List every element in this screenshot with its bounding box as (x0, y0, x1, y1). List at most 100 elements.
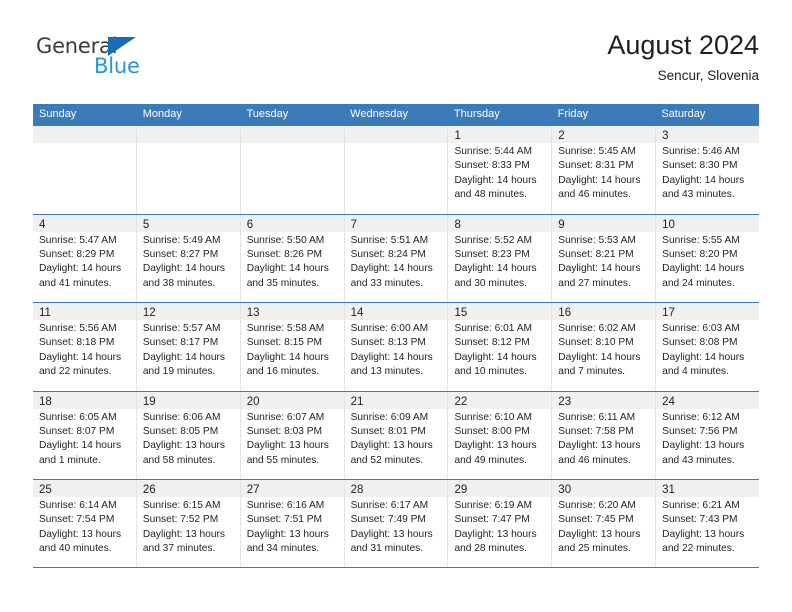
day-details: Sunrise: 6:11 AM Sunset: 7:58 PM Daylight:… (552, 409, 655, 469)
day-cell[interactable]: 18 Sunrise: 6:05 AM Sunset: 8:07 PM Dayligh… (33, 391, 137, 479)
sunset-text: Sunset: 8:27 PM (142, 248, 219, 260)
day-cell[interactable]: 15 Sunrise: 6:01 AM Sunset: 8:12 PM Dayligh… (448, 303, 553, 391)
day-cell[interactable]: 19 Sunrise: 6:06 AM Sunset: 8:05 PM Dayligh… (136, 391, 241, 479)
day-number-band: 23 (552, 391, 656, 409)
sunrise-text: Sunrise: 5:55 AM (662, 234, 740, 246)
day-number: 21 (350, 395, 364, 408)
sunset-text: Sunset: 8:17 PM (142, 337, 219, 349)
day-cell[interactable]: 4 Sunrise: 5:47 AM Sunset: 8:29 PM Daylight… (33, 214, 137, 302)
day-cell[interactable]: 30 Sunrise: 6:20 AM Sunset: 7:45 PM Dayligh… (552, 480, 657, 567)
day-number: 8 (454, 218, 461, 231)
day-cell[interactable]: 24 Sunrise: 6:12 AM Sunset: 7:56 PM Dayligh… (656, 391, 760, 479)
sunset-text: Sunset: 8:29 PM (39, 248, 115, 260)
day-cell[interactable]: 17 Sunrise: 6:03 AM Sunset: 8:08 PM Dayligh… (656, 303, 760, 391)
day-cell-empty (344, 126, 449, 214)
day-number: 3 (662, 130, 669, 142)
day-cell[interactable]: 22 Sunrise: 6:10 AM Sunset: 8:00 PM Dayligh… (448, 391, 553, 479)
logo-text-blue: Blue (94, 54, 140, 78)
day-cell[interactable]: 20 Sunrise: 6:07 AM Sunset: 8:03 PM Dayligh… (240, 391, 345, 479)
sunset-text: Sunset: 8:13 PM (350, 337, 426, 349)
day-cell[interactable]: 16 Sunrise: 6:02 AM Sunset: 8:10 PM Dayligh… (552, 303, 657, 391)
daylight-text-line1: Daylight: 13 hours (558, 440, 641, 452)
day-number-band (136, 126, 240, 143)
daylight-text-line2: and 46 minutes. (558, 189, 631, 201)
day-cell[interactable]: 23 Sunrise: 6:11 AM Sunset: 7:58 PM Dayligh… (552, 391, 657, 479)
week-row: 1 Sunrise: 5:44 AM Sunset: 8:33 PM Daylight… (33, 125, 760, 214)
sunrise-text: Sunrise: 5:46 AM (662, 146, 740, 157)
sunset-text: Sunset: 8:18 PM (39, 337, 115, 349)
day-cell[interactable]: 29 Sunrise: 6:19 AM Sunset: 7:47 PM Dayligh… (448, 480, 553, 567)
daylight-text-line1: Daylight: 13 hours (246, 528, 329, 540)
day-details: Sunrise: 6:16 AM Sunset: 7:51 PM Daylight:… (241, 497, 344, 557)
day-number-band: 1 (448, 126, 552, 143)
daylight-text-line1: Daylight: 13 hours (558, 528, 641, 540)
day-number: 20 (246, 395, 260, 408)
day-cell[interactable]: 5 Sunrise: 5:49 AM Sunset: 8:27 PM Daylight… (136, 214, 241, 302)
day-cell[interactable]: 11 Sunrise: 5:56 AM Sunset: 8:18 PM Dayligh… (33, 303, 137, 391)
day-cell[interactable]: 27 Sunrise: 6:16 AM Sunset: 7:51 PM Dayligh… (240, 480, 345, 567)
weekday-saturday: Saturday (661, 108, 706, 120)
day-cell-empty (33, 126, 137, 214)
day-details: Sunrise: 5:50 AM Sunset: 8:26 PM Daylight:… (241, 232, 344, 292)
day-number-band: 25 (33, 480, 136, 497)
day-number-band: 13 (240, 303, 344, 320)
general-blue-logo[interactable]: General Blue (36, 34, 196, 86)
page-header: General Blue August 2024 Sencur, Sloveni… (33, 28, 759, 98)
day-number-band: 8 (448, 214, 552, 232)
day-cell[interactable]: 1 Sunrise: 5:44 AM Sunset: 8:33 PM Daylight… (448, 126, 553, 214)
daylight-text-line1: Daylight: 14 hours (350, 351, 433, 363)
day-number-band (344, 126, 448, 143)
day-details: Sunrise: 6:21 AM Sunset: 7:43 PM Daylight:… (656, 497, 759, 557)
sunset-text: Sunset: 8:23 PM (454, 248, 530, 260)
day-cell[interactable]: 8 Sunrise: 5:52 AM Sunset: 8:23 PM Daylight… (448, 214, 553, 302)
day-cell[interactable]: 2 Sunrise: 5:45 AM Sunset: 8:31 PM Daylight… (552, 126, 657, 214)
day-cell[interactable]: 25 Sunrise: 6:14 AM Sunset: 7:54 PM Dayligh… (33, 480, 137, 567)
page-subtitle: Sencur, Slovenia (657, 68, 759, 83)
daylight-text-line1: Daylight: 13 hours (142, 528, 225, 540)
day-number-band: 27 (240, 480, 344, 497)
daylight-text-line1: Daylight: 13 hours (350, 440, 433, 452)
day-number: 22 (454, 395, 468, 408)
day-cell[interactable]: 3 Sunrise: 5:46 AM Sunset: 8:30 PM Daylight… (656, 126, 760, 214)
day-details: Sunrise: 6:20 AM Sunset: 7:45 PM Daylight:… (552, 497, 655, 557)
sunset-text: Sunset: 8:33 PM (454, 160, 530, 172)
day-cell[interactable]: 9 Sunrise: 5:53 AM Sunset: 8:21 PM Daylight… (552, 214, 657, 302)
sunset-text: Sunset: 7:56 PM (662, 425, 738, 437)
day-cell[interactable]: 13 Sunrise: 5:58 AM Sunset: 8:15 PM Dayligh… (240, 303, 345, 391)
daylight-text-line1: Daylight: 13 hours (662, 528, 745, 540)
day-cell[interactable]: 31 Sunrise: 6:21 AM Sunset: 7:43 PM Dayligh… (656, 480, 760, 567)
daylight-text-line2: and 34 minutes. (246, 543, 320, 555)
day-number-band: 14 (344, 303, 448, 320)
day-number-band: 29 (448, 480, 552, 497)
daylight-text-line2: and 31 minutes. (350, 543, 424, 555)
day-cell[interactable]: 7 Sunrise: 5:51 AM Sunset: 8:24 PM Daylight… (344, 214, 449, 302)
sunrise-text: Sunrise: 6:19 AM (454, 500, 533, 511)
sunrise-text: Sunrise: 6:05 AM (39, 411, 117, 423)
day-cell[interactable]: 12 Sunrise: 5:57 AM Sunset: 8:17 PM Dayligh… (136, 303, 241, 391)
day-number-band: 2 (552, 126, 656, 143)
day-number-band: 28 (344, 480, 448, 497)
sunrise-text: Sunrise: 5:50 AM (246, 234, 325, 246)
day-cell[interactable]: 28 Sunrise: 6:17 AM Sunset: 7:49 PM Dayligh… (344, 480, 449, 567)
sunrise-text: Sunrise: 5:51 AM (350, 234, 429, 246)
day-cell[interactable]: 6 Sunrise: 5:50 AM Sunset: 8:26 PM Daylight… (240, 214, 345, 302)
day-number: 10 (662, 218, 675, 231)
daylight-text-line2: and 24 minutes. (662, 277, 735, 289)
sunset-text: Sunset: 7:51 PM (246, 514, 323, 526)
sunrise-text: Sunrise: 6:20 AM (558, 500, 636, 511)
day-cell[interactable]: 10 Sunrise: 5:55 AM Sunset: 8:20 PM Dayligh… (656, 214, 760, 302)
day-cell[interactable]: 26 Sunrise: 6:15 AM Sunset: 7:52 PM Dayligh… (136, 480, 241, 567)
sunrise-text: Sunrise: 5:56 AM (39, 323, 117, 334)
day-cell[interactable]: 14 Sunrise: 6:00 AM Sunset: 8:13 PM Dayligh… (344, 303, 449, 391)
day-cell[interactable]: 21 Sunrise: 6:09 AM Sunset: 8:01 PM Dayligh… (344, 391, 449, 479)
sunrise-text: Sunrise: 6:02 AM (558, 323, 636, 334)
day-number: 25 (39, 484, 52, 496)
day-details: Sunrise: 5:52 AM Sunset: 8:23 PM Daylight:… (448, 232, 551, 292)
daylight-text-line2: and 22 minutes. (662, 543, 735, 555)
day-number-band: 10 (656, 214, 760, 232)
daylight-text-line2: and 41 minutes. (39, 277, 112, 289)
calendar-grid: Sunday Monday Tuesday Wednesday Thursday… (33, 104, 760, 568)
daylight-text-line2: and 13 minutes. (350, 366, 424, 378)
day-details: Sunrise: 6:02 AM Sunset: 8:10 PM Daylight:… (552, 320, 655, 380)
daylight-text-line1: Daylight: 14 hours (39, 351, 122, 363)
